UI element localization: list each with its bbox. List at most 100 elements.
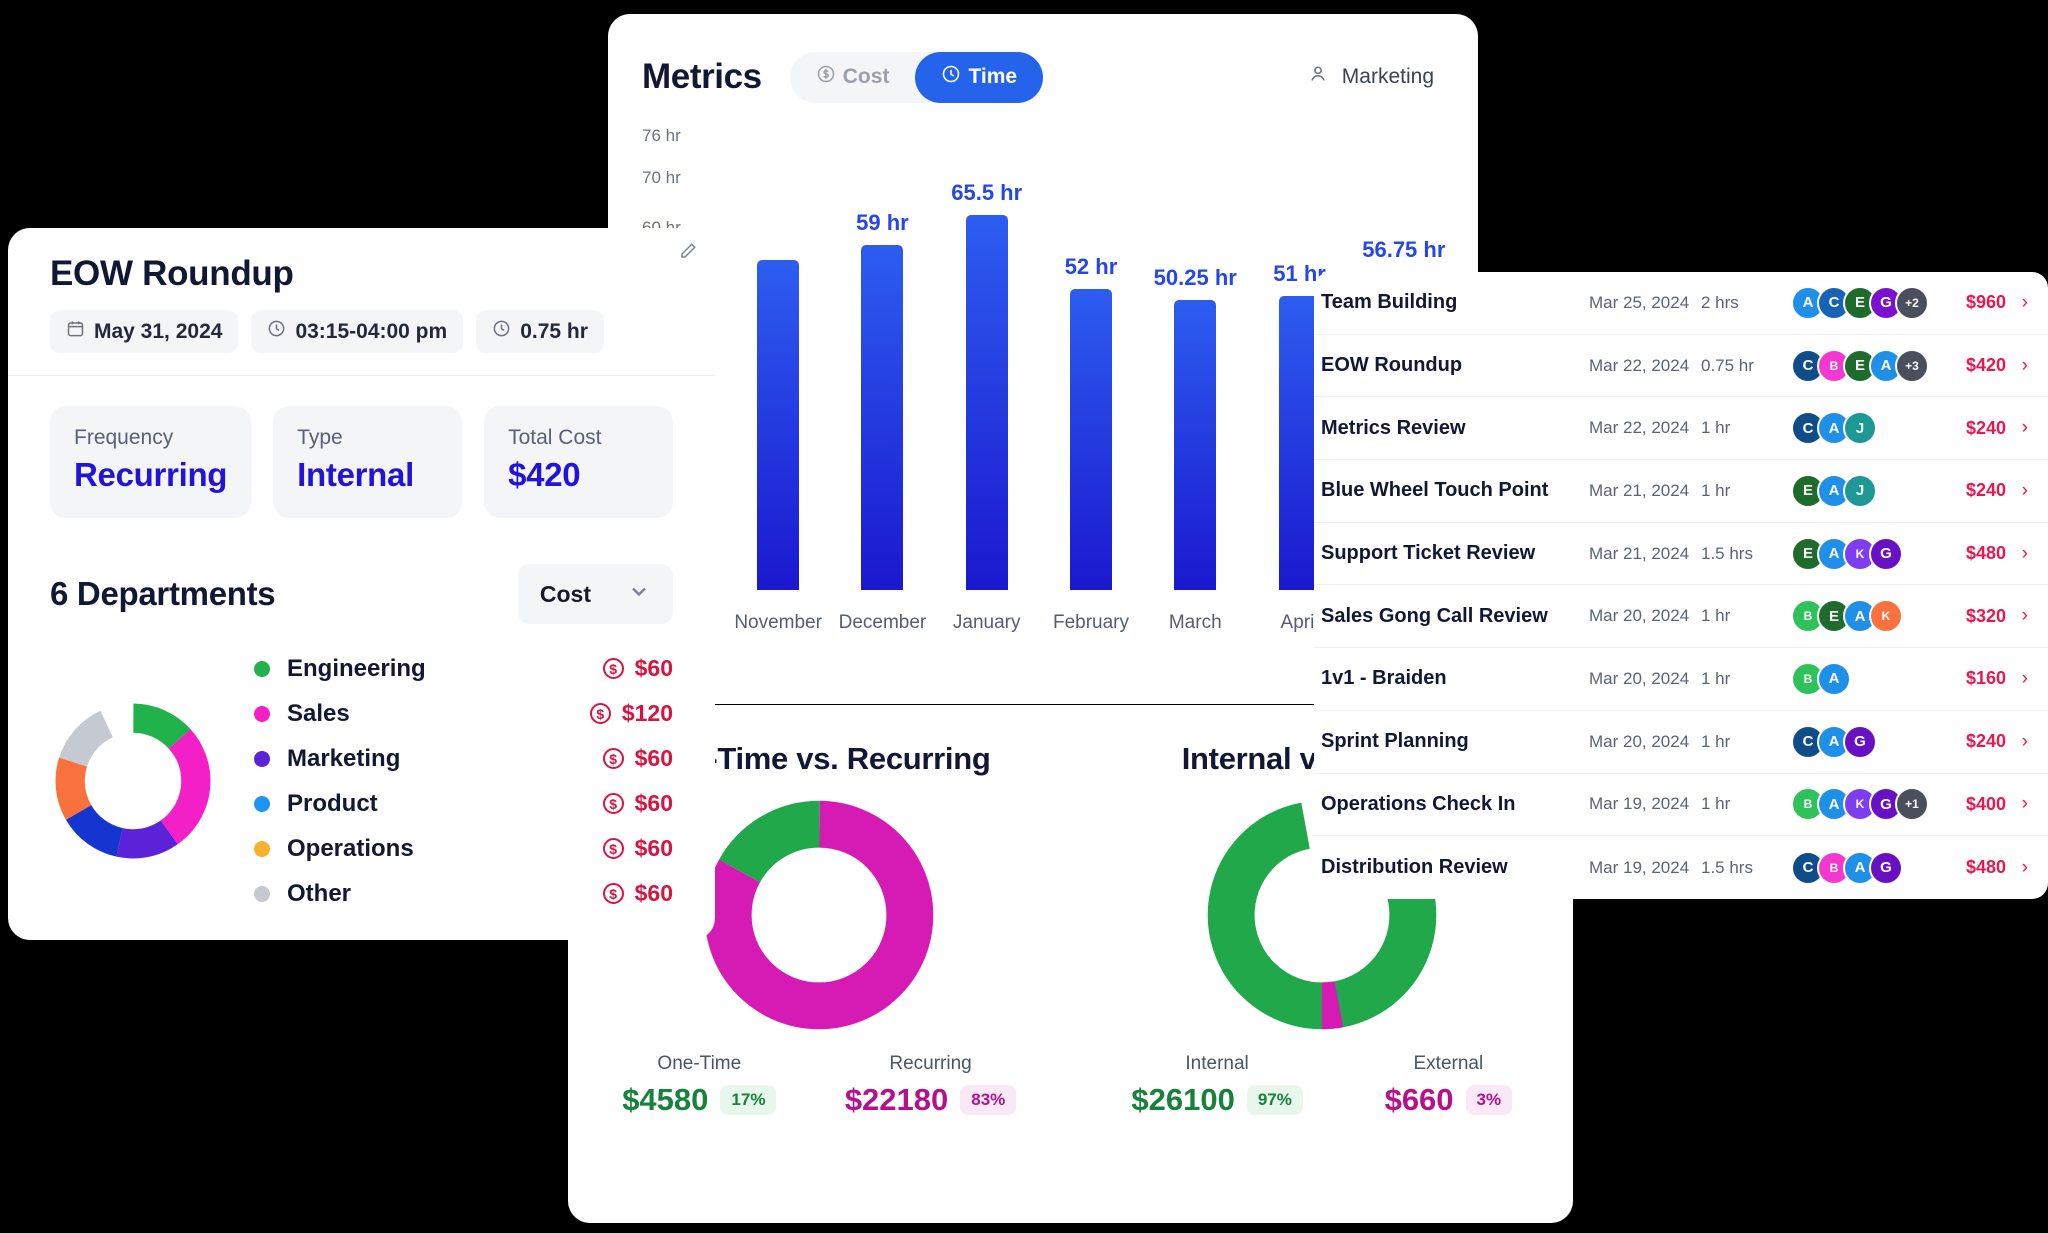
legend-label: One-Time bbox=[657, 1053, 742, 1074]
eow-chip-row: May 31, 2024 03:15-04:00 pm 0.75 hr bbox=[50, 310, 673, 353]
duration-chip: 0.75 hr bbox=[476, 310, 604, 353]
toggle-time-button[interactable]: Time bbox=[915, 51, 1044, 103]
attendee-avatars: EAKG bbox=[1783, 536, 1932, 571]
bar-column-november[interactable]: - bbox=[726, 118, 830, 590]
chevron-right-icon: › bbox=[2021, 793, 2028, 815]
table-row[interactable]: Support Ticket Review Mar 21, 2024 1.5 hrs… bbox=[1314, 523, 2048, 586]
table-row[interactable]: Distribution Review Mar 19, 2024 1.5 hrs C B… bbox=[1314, 836, 2048, 899]
table-row[interactable]: Sprint Planning Mar 20, 2024 1 hr C A G $240 › bbox=[1314, 711, 2048, 774]
chevron-right-icon: › bbox=[2021, 667, 2028, 689]
department-name: Operations bbox=[287, 834, 414, 862]
meeting-duration: 1 hr bbox=[1701, 794, 1731, 814]
avatar: K bbox=[1869, 599, 1903, 634]
bar[interactable] bbox=[1174, 300, 1217, 590]
meeting-name: Operations Check In bbox=[1321, 792, 1516, 815]
x-tick: December bbox=[838, 612, 927, 633]
chevron-right-icon: › bbox=[2021, 542, 2028, 564]
legend-color-dot bbox=[254, 705, 270, 722]
team-label: Marketing bbox=[1341, 65, 1434, 88]
departments-donut-chart bbox=[55, 703, 211, 859]
meeting-name: Sprint Planning bbox=[1321, 730, 1469, 753]
departments-body: Engineering $ $60 Sales $ $120 Marketing $ $60 Pr… bbox=[8, 624, 715, 916]
clock-icon bbox=[492, 319, 511, 344]
bar[interactable] bbox=[965, 215, 1008, 590]
legend-value: $22180 bbox=[844, 1082, 949, 1117]
meeting-duration: 2 hrs bbox=[1701, 292, 1739, 312]
dollar-circle-icon: $ bbox=[602, 658, 624, 679]
department-cost-value: $60 bbox=[634, 790, 673, 816]
departments-title: 6 Departments bbox=[50, 575, 276, 612]
list-item[interactable]: Engineering $ $60 bbox=[254, 646, 673, 691]
legend-color-dot bbox=[254, 795, 270, 812]
bar[interactable] bbox=[1069, 289, 1112, 590]
meeting-date: Mar 21, 2024 bbox=[1589, 480, 1690, 500]
x-tick: March bbox=[1168, 612, 1222, 633]
metric-mode-toggle[interactable]: Cost Time bbox=[789, 51, 1044, 103]
edit-icon[interactable] bbox=[679, 242, 697, 260]
meeting-duration: 1 hr bbox=[1701, 480, 1731, 500]
table-row[interactable]: Team Building Mar 25, 2024 2 hrs A C E G +2 $960… bbox=[1314, 272, 2048, 335]
list-item[interactable]: Sales $ $120 bbox=[254, 691, 673, 736]
time-chip-label: 03:15-04:00 pm bbox=[295, 319, 448, 343]
meeting-duration: 1.5 hrs bbox=[1701, 543, 1753, 563]
avatar: J bbox=[1843, 473, 1877, 508]
date-chip: May 31, 2024 bbox=[50, 310, 239, 353]
stat-label: Total Cost bbox=[508, 426, 602, 449]
dollar-circle-icon: $ bbox=[602, 748, 624, 769]
user-icon bbox=[1307, 63, 1329, 91]
bar[interactable] bbox=[757, 260, 800, 590]
attendee-avatars: BEAK bbox=[1783, 599, 1932, 634]
time-chip: 03:15-04:00 pm bbox=[251, 310, 464, 353]
meeting-duration: 1 hr bbox=[1701, 731, 1731, 751]
meeting-cost: $400 bbox=[1965, 793, 2006, 814]
dollar-circle-icon: $ bbox=[602, 838, 624, 859]
legend-color-dot bbox=[254, 660, 270, 677]
legend-item-external: External $660 3% bbox=[1385, 1053, 1513, 1118]
meeting-date: Mar 22, 2024 bbox=[1589, 418, 1690, 438]
department-cost-value: $60 bbox=[634, 655, 673, 681]
legend-item-recurring: Recurring $22180 83% bbox=[844, 1053, 1017, 1118]
department-name: Sales bbox=[287, 699, 350, 727]
clock-icon bbox=[267, 319, 286, 344]
avatar: J bbox=[1843, 411, 1877, 446]
list-item[interactable]: Other $ $60 bbox=[254, 871, 673, 916]
table-row[interactable]: Blue Wheel Touch Point Mar 21, 2024 1 hr E A… bbox=[1314, 460, 2048, 523]
bar-column-march[interactable]: 50.25 hr bbox=[1143, 118, 1247, 590]
legend-color-dot bbox=[254, 840, 270, 857]
table-row[interactable]: Operations Check In Mar 19, 2024 1 hr B A K G +… bbox=[1314, 774, 2048, 837]
legend-value: $26100 bbox=[1131, 1082, 1235, 1117]
list-item[interactable]: Operations $ $60 bbox=[254, 826, 673, 871]
departments-metric-select[interactable]: Cost bbox=[517, 564, 673, 624]
dollar-circle-icon: $ bbox=[602, 793, 624, 814]
meeting-cost: $420 bbox=[1965, 355, 2006, 376]
bar-column-february[interactable]: 52 hr bbox=[1039, 118, 1143, 590]
bar-column-december[interactable]: 59 hr bbox=[830, 118, 934, 590]
dollar-circle-icon bbox=[816, 64, 836, 90]
bar-column-january[interactable]: 65.5 hr bbox=[935, 118, 1039, 590]
department-cost: $ $60 bbox=[602, 790, 673, 817]
meeting-cost: $320 bbox=[1965, 605, 2006, 626]
table-row[interactable]: EOW Roundup Mar 22, 2024 0.75 hr C B E A +3 $420… bbox=[1314, 335, 2048, 398]
table-row[interactable]: Metrics Review Mar 22, 2024 1 hr C A J $240 › bbox=[1314, 397, 2048, 461]
bar[interactable] bbox=[861, 245, 904, 590]
list-item[interactable]: Marketing $ $60 bbox=[254, 736, 673, 781]
table-row[interactable]: 1v1 - Braiden Mar 20, 2024 1 hr B A $160 › bbox=[1314, 648, 2048, 711]
meeting-duration: 1.5 hrs bbox=[1701, 857, 1753, 877]
meeting-duration: 0.75 hr bbox=[1701, 355, 1754, 375]
avatar-overflow-count: +2 bbox=[1895, 285, 1929, 320]
meeting-name: Metrics Review bbox=[1321, 416, 1466, 439]
table-row[interactable]: Sales Gong Call Review Mar 20, 2024 1 hr B E… bbox=[1314, 585, 2048, 649]
attendee-avatars: EAJ bbox=[1783, 473, 1932, 508]
meeting-duration: 1 hr bbox=[1701, 418, 1731, 438]
legend-label: Recurring bbox=[889, 1053, 972, 1074]
meeting-date: Mar 19, 2024 bbox=[1589, 857, 1690, 877]
toggle-cost-button[interactable]: Cost bbox=[790, 52, 916, 103]
x-tick: November bbox=[734, 612, 822, 633]
stat-total-cost: Total Cost $420 bbox=[484, 406, 674, 518]
department-cost: $ $120 bbox=[589, 700, 673, 727]
list-item[interactable]: Product $ $60 bbox=[254, 781, 673, 826]
team-selector[interactable]: Marketing bbox=[1307, 63, 1444, 91]
department-name: Other bbox=[287, 879, 352, 907]
legend-item-internal: Internal $26100 97% bbox=[1131, 1053, 1303, 1118]
attendee-avatars: CBAG bbox=[1783, 850, 1932, 885]
